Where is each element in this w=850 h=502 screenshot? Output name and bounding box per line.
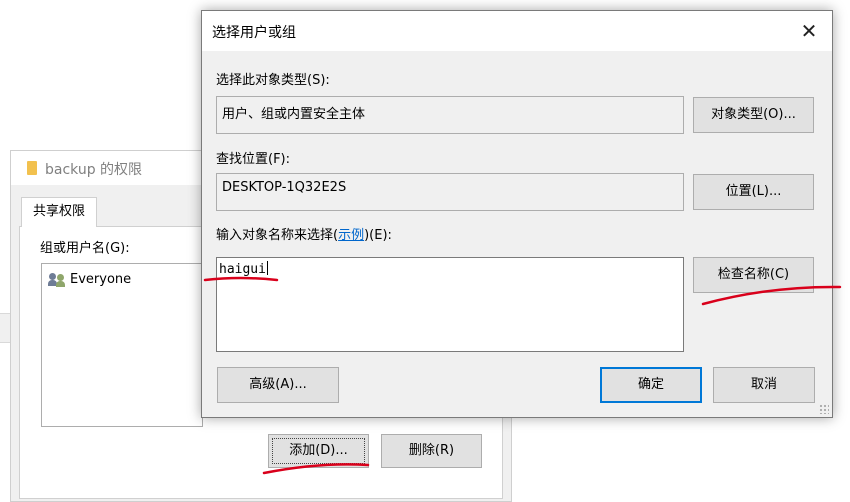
advanced-button[interactable]: 高级(A)... <box>217 367 339 403</box>
ok-button[interactable]: 确定 <box>600 367 702 403</box>
object-names-input[interactable]: haigui <box>216 257 684 352</box>
location-label: 查找位置(F): <box>216 152 291 167</box>
list-item-label: Everyone <box>70 272 132 287</box>
location-field: DESKTOP-1Q32E2S <box>216 173 684 211</box>
remove-button[interactable]: 删除(R) <box>381 434 482 468</box>
permissions-window-title: backup 的权限 <box>45 162 143 178</box>
enter-names-label: 输入对象名称来选择(示例)(E): <box>216 228 392 243</box>
object-types-button[interactable]: 对象类型(O)... <box>693 97 814 133</box>
folder-icon <box>27 161 37 175</box>
dialog-titlebar: 选择用户或组 ✕ <box>202 11 832 51</box>
check-names-button[interactable]: 检查名称(C) <box>693 257 814 293</box>
list-item[interactable]: Everyone <box>48 272 131 287</box>
locations-button[interactable]: 位置(L)... <box>693 174 814 210</box>
close-icon[interactable]: ✕ <box>786 11 832 51</box>
object-names-value: haigui <box>219 262 266 277</box>
resize-grip-icon[interactable] <box>819 404 829 414</box>
group-user-list[interactable]: Everyone <box>41 263 203 427</box>
select-users-dialog: 选择用户或组 ✕ 选择此对象类型(S): 用户、组或内置安全主体 对象类型(O)… <box>201 10 833 418</box>
object-type-field: 用户、组或内置安全主体 <box>216 96 684 134</box>
tab-share-permissions[interactable]: 共享权限 <box>21 197 97 227</box>
cancel-button[interactable]: 取消 <box>713 367 815 403</box>
object-type-label: 选择此对象类型(S): <box>216 73 330 88</box>
users-group-icon <box>48 272 66 287</box>
dialog-title: 选择用户或组 <box>212 25 296 41</box>
add-button[interactable]: 添加(D)... <box>268 434 369 468</box>
examples-link[interactable]: 示例 <box>338 228 364 243</box>
group-or-user-label: 组或用户名(G): <box>40 241 130 256</box>
